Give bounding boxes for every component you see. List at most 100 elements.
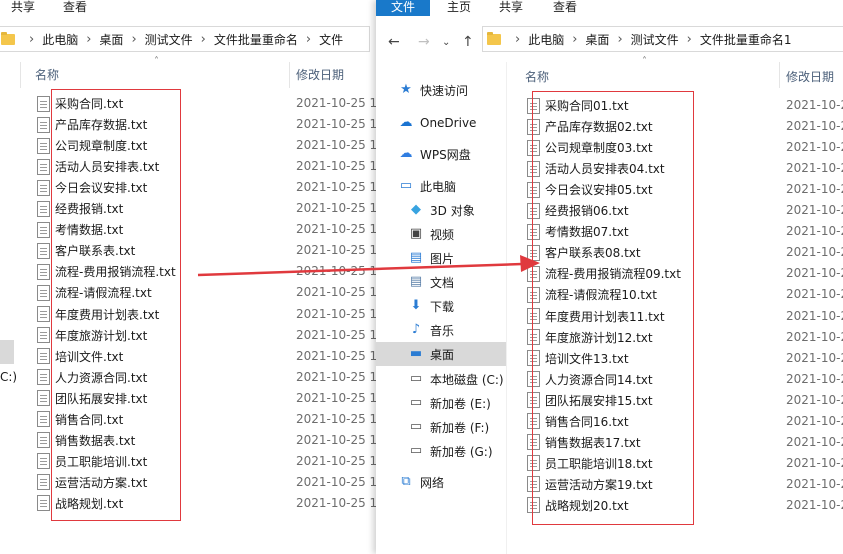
nav-item[interactable]: ⬇ 下载: [376, 294, 506, 318]
pictures-icon: ▤: [409, 250, 423, 265]
breadcrumb-test-files[interactable]: 测试文件: [145, 31, 193, 48]
text-file-icon: [37, 137, 50, 154]
tab-view[interactable]: 查看: [552, 0, 578, 16]
tab-view[interactable]: 查看: [62, 0, 88, 16]
sort-ascending-icon: ˄: [642, 56, 647, 67]
breadcrumb-desktop[interactable]: 桌面: [585, 31, 609, 48]
local-disk-icon: ▭: [409, 371, 423, 386]
file-modified-date: 2021-10-25 19: [296, 348, 376, 363]
tab-file[interactable]: 文件: [376, 0, 430, 16]
nav-item[interactable]: ▭ 此电脑: [376, 174, 506, 198]
text-file-icon: [37, 221, 50, 238]
left-address-bar[interactable]: › 此电脑 › 桌面 › 测试文件 › 文件批量重命名 › 文件: [0, 26, 370, 52]
file-modified-date: 2021-10-25 19: [296, 180, 376, 195]
nav-item[interactable]: ♪ 音乐: [376, 318, 506, 342]
file-modified-date: 2021-10-2: [786, 182, 843, 197]
nav-item[interactable]: ☁ OneDrive: [376, 111, 506, 135]
nav-item[interactable]: ▤ 文档: [376, 270, 506, 294]
text-file-icon: [37, 95, 50, 112]
nav-item-label: 音乐: [430, 323, 455, 338]
file-modified-date: 2021-10-25 19: [296, 369, 376, 384]
column-header-name[interactable]: 名称: [525, 68, 549, 86]
tab-home[interactable]: 主页: [446, 0, 472, 16]
back-arrow-icon[interactable]: ←: [388, 34, 400, 50]
left-address-row: › 此电脑 › 桌面 › 测试文件 › 文件批量重命名 › 文件: [0, 16, 376, 62]
file-modified-date: 2021-10-2: [786, 308, 843, 323]
nav-item-label: 下载: [430, 299, 455, 314]
chevron-right-icon: ›: [86, 31, 92, 47]
text-file-icon: [37, 474, 50, 491]
file-modified-date: 2021-10-2: [786, 245, 843, 260]
file-modified-date: 2021-10-2: [786, 413, 843, 428]
nav-item[interactable]: ☁ WPS网盘: [376, 142, 506, 166]
nav-item[interactable]: ▤ 图片: [376, 246, 506, 270]
right-explorer-window: 文件 主页 共享 查看 ← → ⌄ ↑ › 此电脑 › 桌面 › 测试文件 › …: [376, 0, 843, 554]
left-explorer-window: 共享 查看 › 此电脑 › 桌面 › 测试文件 › 文件批量重命名 › 文件 C…: [0, 0, 376, 554]
up-arrow-icon[interactable]: ↑: [462, 34, 474, 50]
nav-item[interactable]: ⧉ 网络: [376, 470, 506, 494]
file-modified-date: 2021-10-2: [786, 140, 843, 155]
breadcrumb-desktop[interactable]: 桌面: [99, 31, 123, 48]
file-modified-date: 2021-10-2: [786, 329, 843, 344]
nav-item[interactable]: ▭ 本地磁盘 (C:): [376, 367, 506, 391]
nav-item-label: 3D 对象: [430, 203, 475, 218]
file-modified-date: 2021-10-25 19: [296, 222, 376, 237]
breadcrumb-batch-rename[interactable]: 文件批量重命名: [214, 31, 298, 48]
right-address-bar[interactable]: › 此电脑 › 桌面 › 测试文件 › 文件批量重命名1: [482, 26, 843, 52]
text-file-icon: [37, 263, 50, 280]
breadcrumb-test-files[interactable]: 测试文件: [631, 31, 679, 48]
nav-item[interactable]: ▭ 新加卷 (G:): [376, 439, 506, 463]
file-modified-date: 2021-10-2: [786, 98, 843, 112]
tab-share[interactable]: 共享: [10, 0, 36, 16]
network-icon: ⧉: [401, 474, 411, 489]
chevron-right-icon: ›: [200, 31, 206, 47]
file-modified-date: 2021-10-2: [786, 224, 843, 239]
chevron-right-icon: ›: [617, 31, 623, 47]
file-modified-date: 2021-10-2: [786, 434, 843, 449]
recent-dropdown-icon[interactable]: ⌄: [442, 37, 450, 48]
nav-item[interactable]: ◆ 3D 对象: [376, 198, 506, 222]
column-header-date[interactable]: 修改日期: [296, 66, 344, 84]
file-modified-date: 2021-10-2: [786, 161, 843, 176]
nav-item[interactable]: ▣ 视频: [376, 222, 506, 246]
file-modified-date: 2021-10-25 19: [296, 390, 376, 405]
nav-item[interactable]: ▭ 新加卷 (E:): [376, 391, 506, 415]
file-modified-date: 2021-10-2: [786, 350, 843, 365]
navigation-pane: ★ 快速访问 ☁ OneDrive ☁ WPS网盘 ▭ 此电脑 ◆ 3D 对象 ▣ 视频 ▤ 图片 ▤ 文档 ⬇…: [376, 62, 507, 554]
file-modified-date: 2021-10-2: [786, 287, 843, 302]
drive-icon: ▭: [409, 395, 423, 410]
chevron-right-icon: ›: [29, 31, 35, 47]
documents-icon: ▤: [409, 274, 423, 289]
sort-ascending-icon: ˄: [154, 56, 159, 67]
breadcrumb-files[interactable]: 文件: [319, 31, 343, 48]
downloads-icon: ⬇: [410, 298, 422, 313]
nav-item[interactable]: ▭ 新加卷 (F:): [376, 415, 506, 439]
file-modified-date: 2021-10-2: [786, 497, 843, 512]
text-file-icon: [37, 369, 50, 386]
text-file-icon: [37, 453, 50, 470]
text-file-icon: [37, 284, 50, 301]
breadcrumb-this-pc[interactable]: 此电脑: [528, 31, 564, 48]
text-file-icon: [37, 242, 50, 259]
quick-access-star-icon: ★: [400, 82, 412, 97]
chevron-right-icon: ›: [131, 31, 137, 47]
file-modified-date: 2021-10-25 19: [296, 243, 376, 258]
video-icon: ▣: [409, 226, 423, 241]
column-header-date[interactable]: 修改日期: [786, 68, 834, 86]
file-modified-date: 2021-10-2: [786, 455, 843, 470]
text-file-icon: [37, 179, 50, 196]
nav-item[interactable]: ★ 快速访问: [376, 78, 506, 102]
tab-share[interactable]: 共享: [498, 0, 524, 16]
forward-arrow-icon[interactable]: →: [418, 34, 430, 50]
onedrive-cloud-icon: ☁: [399, 115, 413, 130]
nav-item-label: 网络: [420, 475, 445, 490]
nav-item-label: 桌面: [430, 347, 455, 362]
column-header-name[interactable]: 名称: [35, 66, 59, 84]
chevron-right-icon: ›: [572, 31, 578, 47]
nav-pane-selected-stub: [0, 340, 14, 364]
file-modified-date: 2021-10-2: [786, 203, 843, 218]
nav-item[interactable]: ▬ 桌面: [376, 342, 506, 366]
breadcrumb-this-pc[interactable]: 此电脑: [42, 31, 78, 48]
partial-drive-label: C:): [0, 370, 18, 384]
breadcrumb-batch-rename-1[interactable]: 文件批量重命名1: [700, 31, 792, 48]
